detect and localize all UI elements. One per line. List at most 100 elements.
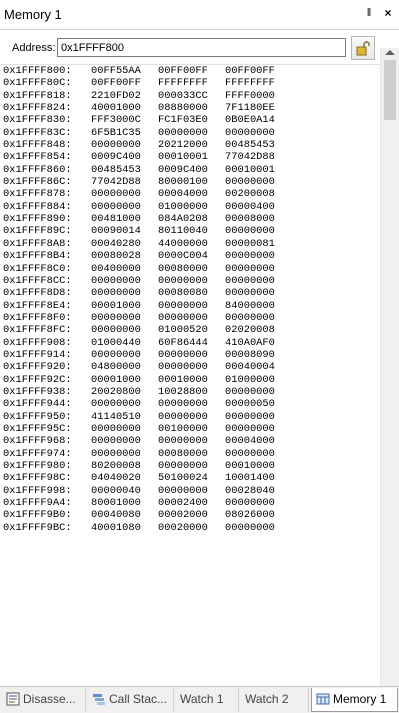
memory-address: 0x1FFFF9B0: [3, 509, 72, 522]
memory-row[interactable]: 0x1FFFF998: 00000040 00000000 00028040 [0, 485, 380, 497]
memory-row[interactable]: 0x1FFFF80C: 00FF00FF FFFFFFFF FFFFFFFF [0, 77, 380, 89]
memory-word: 10028800 [158, 385, 208, 398]
memory-word: 77042D88 [91, 176, 141, 189]
memory-address: 0x1FFFF884: [3, 200, 72, 213]
memory-row[interactable]: 0x1FFFF890: 00481000 084A0208 00008000 [0, 213, 380, 225]
memory-row[interactable]: 0x1FFFF9A4: 80001000 00002400 00000000 [0, 497, 380, 509]
tab-call-stac[interactable]: Call Stac... [88, 688, 174, 712]
memory-word: 00080000 [158, 262, 208, 275]
memory-word: 00000050 [225, 398, 275, 411]
memory-row[interactable]: 0x1FFFF848: 00000000 20212000 00485453 [0, 139, 380, 151]
memory-word: 00080000 [158, 447, 208, 460]
memory-row[interactable]: 0x1FFFF950: 41140510 00000000 00000000 [0, 411, 380, 423]
memory-row[interactable]: 0x1FFFF878: 00000000 00004000 00200008 [0, 188, 380, 200]
memory-address: 0x1FFFF968: [3, 435, 72, 448]
memory-address: 0x1FFFF950: [3, 410, 72, 423]
memory-row[interactable]: 0x1FFFF854: 0009C400 00010001 77042D88 [0, 151, 380, 163]
address-label: Address: [12, 42, 56, 54]
memory-row[interactable]: 0x1FFFF974: 00000000 00080000 00000000 [0, 448, 380, 460]
memory-row[interactable]: 0x1FFFF95C: 00000000 00100000 00000000 [0, 423, 380, 435]
memory-row[interactable]: 0x1FFFF86C: 77042D88 80000100 00000000 [0, 176, 380, 188]
memory-row[interactable]: 0x1FFFF980: 80200008 00000000 00010000 [0, 460, 380, 472]
memory-word: 00004000 [225, 435, 275, 448]
memory-word: 00FF55AA [91, 65, 141, 77]
memory-word: 00001000 [91, 299, 141, 312]
memory-row[interactable]: 0x1FFFF818: 2210FD02 000033CC FFFF0000 [0, 90, 380, 102]
memory-word: 02020008 [225, 324, 275, 337]
memory-address: 0x1FFFF920: [3, 361, 72, 374]
memory-row[interactable]: 0x1FFFF968: 00000000 00000000 00004000 [0, 435, 380, 447]
memory-address: 0x1FFFF908: [3, 336, 72, 349]
memory-address: 0x1FFFF980: [3, 460, 72, 472]
memory-row[interactable]: 0x1FFFF98C: 04040020 50100024 10001400 [0, 472, 380, 484]
memory-word: 08026000 [225, 509, 275, 522]
memory-row[interactable]: 0x1FFFF8FC: 00000000 01000520 02020008 [0, 324, 380, 336]
memory-row[interactable]: 0x1FFFF938: 20020800 10028800 00000000 [0, 386, 380, 398]
memory-word: 01000000 [158, 200, 208, 213]
pin-icon[interactable]: ‖ [362, 6, 376, 20]
memory-row[interactable]: 0x1FFFF830: FFF3000C FC1F03E0 0B0E0A14 [0, 114, 380, 126]
memory-word: 40001080 [91, 521, 141, 534]
memory-word: 04040020 [91, 472, 141, 485]
memory-word: 20020800 [91, 385, 141, 398]
memory-row[interactable]: 0x1FFFF944: 00000000 00000000 00000050 [0, 398, 380, 410]
memory-row[interactable]: 0x1FFFF9B0: 00040080 00002000 08026000 [0, 509, 380, 521]
memory-word: 01000440 [91, 336, 141, 349]
memory-word: 00040280 [91, 237, 141, 250]
memory-row[interactable]: 0x1FFFF8C0: 00400000 00080000 00000000 [0, 263, 380, 275]
memory-word: 01000520 [158, 324, 208, 337]
vertical-scrollbar[interactable] [380, 48, 399, 686]
address-input[interactable] [57, 38, 346, 57]
memory-word: 00000000 [225, 176, 275, 189]
memory-row[interactable]: 0x1FFFF92C: 00001000 00010000 01000000 [0, 374, 380, 386]
memory-address: 0x1FFFF944: [3, 398, 72, 411]
memory-row[interactable]: 0x1FFFF8F0: 00000000 00000000 00000000 [0, 312, 380, 324]
memory-word: 00000000 [158, 361, 208, 374]
memory-row[interactable]: 0x1FFFF920: 04800000 00000000 00040004 [0, 361, 380, 373]
lock-button[interactable] [351, 36, 375, 60]
memory-word: 00000000 [91, 287, 141, 300]
memory-row[interactable]: 0x1FFFF8A8: 00040280 44000000 00000081 [0, 238, 380, 250]
memory-row[interactable]: 0x1FFFF9BC: 40001080 00020000 00000000 [0, 522, 380, 534]
memory-word: 00000000 [158, 299, 208, 312]
memory-row[interactable]: 0x1FFFF914: 00000000 00000000 00008090 [0, 349, 380, 361]
tab-watch-1[interactable]: Watch 1 [176, 688, 239, 712]
memory-word: 00000400 [225, 200, 275, 213]
memory-address: 0x1FFFF8E4: [3, 299, 72, 312]
tab-watch-2[interactable]: Watch 2 [241, 688, 309, 712]
close-icon[interactable]: × [381, 6, 395, 20]
memory-row[interactable]: 0x1FFFF8E4: 00001000 00000000 84000000 [0, 300, 380, 312]
memory-word: 00FF00FF [158, 65, 208, 77]
memory-word: 00000000 [91, 324, 141, 337]
memory-address: 0x1FFFF9BC: [3, 521, 72, 534]
tab-label: Call Stac... [109, 692, 168, 706]
memory-row[interactable]: 0x1FFFF8CC: 00000000 00000000 00000000 [0, 275, 380, 287]
memory-word: 00000000 [225, 422, 275, 435]
memory-address: 0x1FFFF848: [3, 139, 72, 152]
call-stack-icon [92, 691, 106, 705]
memory-word: 00001000 [91, 373, 141, 386]
memory-word: 00010001 [225, 163, 275, 176]
address-bar: Address: [0, 30, 399, 65]
memory-row[interactable]: 0x1FFFF824: 40001000 08880000 7F1180EE [0, 102, 380, 114]
memory-address: 0x1FFFF818: [3, 89, 72, 102]
tab-disasse[interactable]: Disasse... [2, 688, 86, 712]
memory-row[interactable]: 0x1FFFF908: 01000440 60F86444 410A0AF0 [0, 337, 380, 349]
memory-row[interactable]: 0x1FFFF83C: 6F5B1C35 00000000 00000000 [0, 127, 380, 139]
tab-memory-1[interactable]: Memory 1 [311, 688, 398, 712]
memory-dump-view[interactable]: 0x1FFFF800: 00FF55AA 00FF00FF 00FF00FF 0x1FF… [0, 65, 380, 686]
memory-row[interactable]: 0x1FFFF89C: 00090014 80110040 00000000 [0, 225, 380, 237]
memory-word: 00000000 [91, 188, 141, 201]
memory-word: 00000000 [225, 250, 275, 263]
memory-word: 00000000 [91, 422, 141, 435]
memory-row[interactable]: 0x1FFFF800: 00FF55AA 00FF00FF 00FF00FF [0, 65, 380, 77]
memory-word: 80200008 [91, 460, 141, 472]
memory-address: 0x1FFFF8F0: [3, 311, 72, 324]
memory-row[interactable]: 0x1FFFF860: 00485453 0009C400 00010001 [0, 164, 380, 176]
memory-row[interactable]: 0x1FFFF8B4: 00080028 0000C004 00000000 [0, 250, 380, 262]
memory-row[interactable]: 0x1FFFF8D8: 00000000 00080080 00000000 [0, 287, 380, 299]
scroll-thumb[interactable] [384, 60, 396, 120]
memory-row[interactable]: 0x1FFFF884: 00000000 01000000 00000400 [0, 201, 380, 213]
scroll-up-icon[interactable] [385, 50, 395, 55]
memory-word: 00008090 [225, 348, 275, 361]
